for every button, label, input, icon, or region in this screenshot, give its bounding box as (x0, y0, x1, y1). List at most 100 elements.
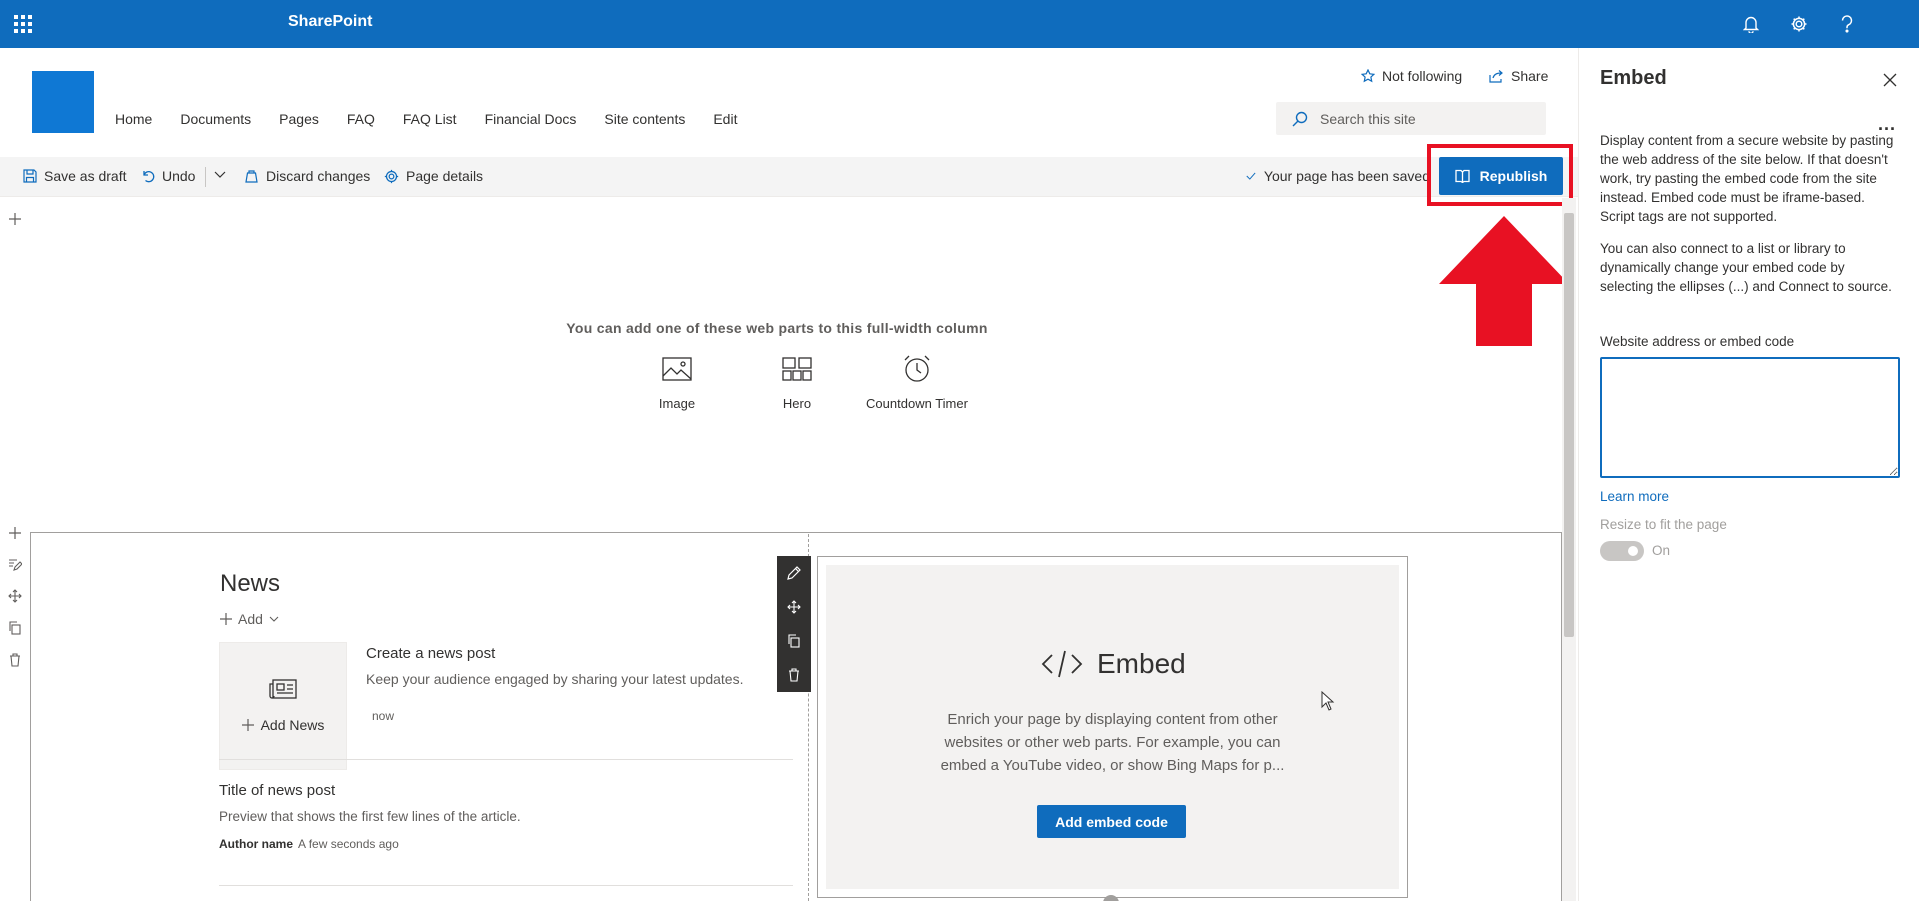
nav-item-financial-docs[interactable]: Financial Docs (485, 111, 577, 127)
nav-item-documents[interactable]: Documents (180, 111, 251, 127)
edit-section-icon[interactable] (6, 556, 24, 574)
image-icon (662, 357, 692, 381)
search-input[interactable] (1320, 110, 1520, 127)
page-details-label: Page details (406, 168, 484, 184)
edit-webpart-pencil-icon[interactable] (777, 556, 811, 590)
app-title[interactable]: SharePoint (288, 13, 372, 31)
embed-code-field[interactable] (1600, 357, 1900, 478)
save-as-draft-button[interactable]: Save as draft (23, 168, 127, 184)
settings-gear-icon (384, 169, 399, 183)
share-label: Share (1511, 68, 1549, 84)
close-icon[interactable] (1880, 70, 1900, 90)
nav-item-faq-list[interactable]: FAQ List (403, 111, 457, 127)
resize-to-fit-toggle[interactable] (1600, 541, 1644, 561)
site-logo[interactable] (32, 71, 94, 133)
save-status: Your page has been saved (1246, 168, 1430, 184)
nav-item-site-contents[interactable]: Site contents (604, 111, 685, 127)
resize-to-fit-label: Resize to fit the page (1600, 517, 1727, 532)
hero-icon (782, 357, 812, 381)
undo-label: Undo (162, 168, 196, 184)
nav-item-home[interactable]: Home (115, 111, 152, 127)
undo-button[interactable]: Undo (141, 168, 195, 184)
news-divider (219, 759, 793, 760)
duplicate-section-icon[interactable] (6, 619, 24, 637)
add-news-tile[interactable]: Add News (219, 642, 347, 770)
code-icon (1041, 650, 1083, 678)
discard-changes-button[interactable]: Discard changes (244, 168, 370, 184)
create-news-post-title[interactable]: Create a news post (366, 645, 495, 662)
news-post-meta: Author name A few seconds ago (219, 837, 399, 851)
delete-webpart-trash-icon[interactable] (777, 658, 811, 692)
news-add-label: Add (238, 611, 263, 627)
bell-icon[interactable] (1739, 12, 1763, 36)
webpart-toolbar (777, 556, 811, 692)
search-icon (1292, 111, 1308, 126)
move-section-icon[interactable] (6, 587, 24, 605)
republish-highlight-box (1427, 144, 1573, 206)
duplicate-webpart-icon[interactable] (777, 624, 811, 658)
follow-button[interactable]: Not following (1361, 68, 1462, 84)
webpart-option-hero-label: Hero (782, 396, 812, 411)
move-webpart-icon[interactable] (777, 590, 811, 624)
share-icon (1489, 70, 1503, 83)
resize-to-fit-state: On (1652, 543, 1671, 558)
discard-changes-label: Discard changes (266, 168, 371, 184)
save-status-text: Your page has been saved (1263, 168, 1430, 184)
nav-item-faq[interactable]: FAQ (347, 111, 375, 127)
checkmark-icon (1246, 172, 1256, 180)
discard-icon (245, 170, 258, 183)
toggle-knob (1628, 546, 1638, 556)
news-webpart-title[interactable]: News (220, 570, 280, 598)
create-news-post-time: now (372, 709, 395, 723)
plus-icon (220, 613, 232, 625)
add-section-plus-icon[interactable] (6, 210, 24, 228)
webpart-option-image[interactable]: Image (617, 352, 737, 411)
property-pane-title: Embed (1600, 67, 1667, 89)
canvas-scrollbar-thumb[interactable] (1564, 213, 1574, 637)
news-divider-2 (219, 885, 793, 886)
create-news-post-description: Keep your audience engaged by sharing yo… (366, 671, 744, 687)
site-search[interactable] (1276, 102, 1546, 135)
embed-code-field-label: Website address or embed code (1600, 334, 1795, 349)
app-launcher-waffle-icon[interactable] (10, 11, 36, 37)
add-embed-code-button[interactable]: Add embed code (1037, 805, 1186, 838)
newspaper-icon (269, 679, 297, 699)
add-news-button[interactable]: Add News (241, 717, 325, 733)
webpart-option-hero[interactable]: Hero (737, 352, 857, 411)
news-post-preview: Preview that shows the first few lines o… (219, 809, 521, 824)
full-width-column-hint: You can add one of these web parts to th… (566, 320, 988, 336)
follow-label: Not following (1382, 68, 1463, 84)
save-as-draft-label: Save as draft (44, 168, 127, 184)
add-section-plus-icon-2[interactable] (6, 524, 24, 542)
news-post-time: A few seconds ago (298, 837, 399, 851)
chevron-down-icon (269, 616, 279, 622)
embed-webpart-description: Enrich your page by displaying content f… (940, 711, 1285, 774)
webpart-option-countdown-timer[interactable]: Countdown Timer (857, 352, 977, 411)
plus-icon (241, 719, 254, 731)
suite-bar: SharePoint (0, 0, 1919, 48)
learn-more-link[interactable]: Learn more (1600, 489, 1669, 504)
canvas-left-rail (0, 198, 30, 901)
page-details-button[interactable]: Page details (384, 168, 483, 184)
news-post-title[interactable]: Title of news post (219, 782, 335, 799)
nav-item-pages[interactable]: Pages (279, 111, 319, 127)
star-icon (1361, 69, 1375, 83)
annotation-arrow-up-icon (1439, 216, 1569, 346)
mouse-cursor-icon (1321, 691, 1335, 711)
save-icon (23, 169, 37, 183)
delete-section-trash-icon[interactable] (6, 651, 24, 669)
help-icon[interactable] (1835, 12, 1859, 36)
command-bar: Save as draft Undo Discard changes Page … (0, 157, 1578, 197)
undo-icon (143, 171, 155, 183)
command-separator (205, 167, 206, 187)
share-button[interactable]: Share (1489, 68, 1548, 84)
gear-icon[interactable] (1787, 12, 1811, 36)
undo-dropdown-chevron-down-icon[interactable] (214, 171, 226, 179)
nav-item-edit[interactable]: Edit (713, 111, 737, 127)
add-news-label: Add News (260, 717, 325, 733)
embed-webpart-heading: Embed (1041, 648, 1186, 680)
news-add-button[interactable]: Add (220, 611, 279, 627)
news-post-author: Author name (219, 837, 294, 851)
site-navigation: Home Documents Pages FAQ FAQ List Financ… (115, 111, 765, 127)
alarm-clock-icon (904, 355, 930, 382)
